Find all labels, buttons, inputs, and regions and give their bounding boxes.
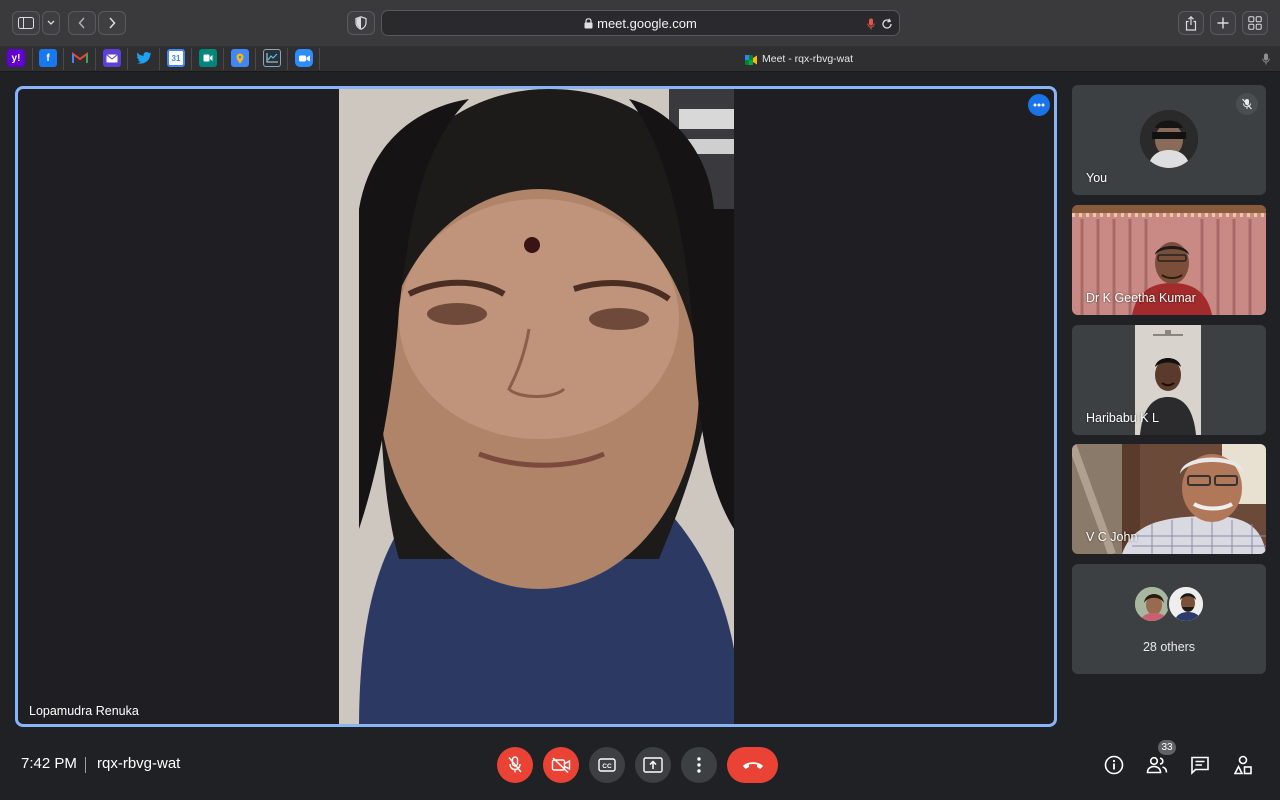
bookmarks-bar [0,46,1280,72]
tab-title[interactable]: Meet - rqx-rbvg-wat [762,53,853,65]
calendar-bookmark-icon[interactable]: 31 [167,49,185,67]
facebook-bookmark-icon[interactable]: f [39,49,57,67]
chevron-right-icon [109,17,116,29]
divider [191,48,192,70]
activities-icon [1233,755,1252,775]
divider [319,48,320,70]
hang-up-icon [742,762,763,769]
tab-audio-icon[interactable] [1262,52,1270,70]
sidebar-icon [18,17,34,29]
people-icon [1146,756,1168,774]
divider [32,48,33,70]
zoom-bookmark-icon[interactable] [295,49,313,67]
participant-tile-haribabu[interactable]: Haribabu K L [1072,325,1266,435]
plus-icon [1217,17,1229,29]
present-screen-icon [643,757,663,773]
reload-icon[interactable] [881,17,893,35]
participant-name: Haribabu K L [1086,411,1159,425]
twitter-bookmark-icon[interactable] [135,49,153,67]
forward-button[interactable] [98,11,126,35]
meeting-controls-bar: 7:42 PM rqx-rbvg-wat CC 33 [0,735,1280,800]
others-tile[interactable]: 28 others [1072,564,1266,674]
mail-bookmark-icon[interactable] [103,49,121,67]
url-text: meet.google.com [597,15,697,31]
meeting-details-button[interactable] [1102,753,1126,777]
participant-tile-geetha-kumar[interactable]: Dr K Geetha Kumar [1072,205,1266,315]
camera-toggle-button[interactable] [543,747,579,783]
divider [95,48,96,70]
more-options-button[interactable] [1028,94,1050,116]
tab-overview-button[interactable] [1242,11,1268,35]
chat-button[interactable] [1188,753,1212,777]
avatar [1133,585,1171,623]
divider [223,48,224,70]
more-options-button[interactable] [681,747,717,783]
participant-name: V C John [1086,530,1138,544]
microphone-toggle-button[interactable] [497,747,533,783]
meeting-code: rqx-rbvg-wat [97,755,181,772]
main-speaker-video [339,89,734,724]
analytics-bookmark-icon[interactable] [263,49,281,67]
divider [159,48,160,70]
gmail-bookmark-icon[interactable] [71,49,89,67]
grid-icon [1248,16,1262,30]
captions-button[interactable]: CC [589,747,625,783]
divider [85,757,86,773]
back-button[interactable] [68,11,96,35]
closed-captions-icon: CC [598,758,616,772]
divider [287,48,288,70]
activities-button[interactable] [1231,753,1255,777]
avatar [1167,585,1205,623]
muted-indicator [1236,93,1258,115]
share-icon [1185,15,1197,31]
chevron-down-icon [47,20,55,25]
mic-off-icon [1242,98,1252,110]
participant-name: Dr K Geetha Kumar [1086,291,1196,305]
sidebar-menu-button[interactable] [42,11,60,35]
avatar [1140,110,1198,168]
browser-toolbar: meet.google.com [0,0,1280,46]
lock-icon [584,17,593,28]
divider [127,48,128,70]
maps-bookmark-icon[interactable] [231,49,249,67]
meet-favicon-icon [745,53,757,65]
share-button[interactable] [1178,11,1204,35]
chat-icon [1191,756,1209,775]
mic-off-icon [508,756,522,773]
chevron-left-icon [78,17,85,29]
present-screen-button[interactable] [635,747,671,783]
camera-off-icon [551,757,571,773]
people-button[interactable] [1145,753,1169,777]
address-bar[interactable]: meet.google.com [381,10,900,36]
participant-name: You [1086,171,1108,185]
microphone-indicator-icon[interactable] [867,17,875,35]
divider [63,48,64,70]
shield-icon [355,16,367,30]
meet-bookmark-icon[interactable] [199,49,217,67]
sidebar-toggle-button[interactable] [12,11,40,35]
svg-text:CC: CC [602,763,612,770]
privacy-report-button[interactable] [347,11,375,35]
new-tab-button[interactable] [1210,11,1236,35]
others-count-label: 28 others [1142,640,1196,654]
yahoo-bookmark-icon[interactable]: y! [7,49,25,67]
participant-tile-you[interactable]: You [1072,85,1266,195]
info-icon [1104,755,1124,775]
speaker-video-frame [339,89,734,724]
meeting-time: 7:42 PM [21,755,77,772]
leave-call-button[interactable] [727,747,778,783]
main-speaker-name: Lopamudra Renuka [29,704,139,718]
divider [255,48,256,70]
participant-tile-vc-john[interactable]: V C John [1072,444,1266,554]
more-horizontal-icon [1033,103,1045,107]
main-speaker-tile[interactable]: Lopamudra Renuka [15,86,1057,727]
more-vertical-icon [697,757,701,773]
